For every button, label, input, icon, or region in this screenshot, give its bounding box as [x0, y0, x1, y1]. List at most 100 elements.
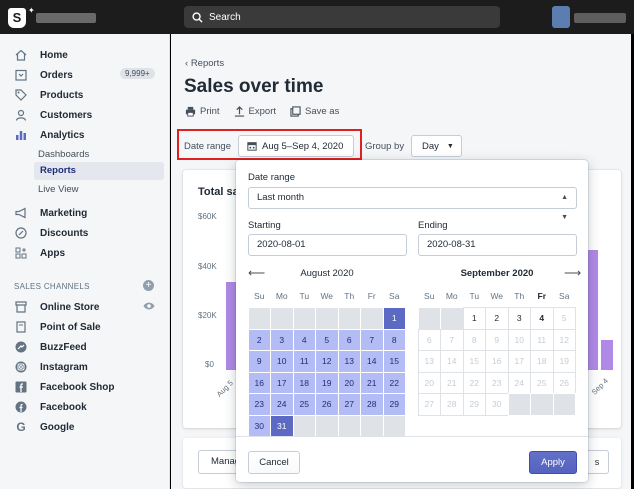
apply-button[interactable]: Apply — [529, 451, 577, 474]
sidebar-channel-online-store[interactable]: Online Store — [0, 298, 170, 316]
calendar-day[interactable]: 26 — [552, 371, 576, 394]
calendar-day[interactable]: 6 — [417, 328, 441, 351]
calendar-day[interactable]: 28 — [440, 393, 464, 416]
calendar-day[interactable]: 30 — [485, 393, 509, 416]
calendar-day[interactable]: 14 — [440, 350, 464, 373]
calendar-day[interactable]: 5 — [552, 307, 576, 330]
calendar-day[interactable]: 13 — [337, 350, 361, 373]
export-button[interactable]: Export — [234, 106, 276, 117]
calendar-day[interactable]: 23 — [247, 393, 271, 416]
calendar-day[interactable]: 24 — [270, 393, 294, 416]
calendar-day[interactable]: 7 — [440, 328, 464, 351]
sidebar-subitem-live-view[interactable]: Live View — [38, 184, 79, 195]
avatar[interactable] — [552, 6, 570, 28]
sidebar-item-marketing[interactable]: Marketing — [0, 204, 170, 222]
calendar-day[interactable]: 5 — [315, 328, 339, 351]
sidebar-item-analytics[interactable]: Analytics — [0, 126, 170, 144]
print-button[interactable]: Print — [185, 106, 220, 117]
calendar-day[interactable]: 3 — [270, 328, 294, 351]
date-range-button[interactable]: Aug 5–Sep 4, 2020 — [238, 135, 354, 157]
sidebar-channel-buzzfeed[interactable]: BuzzFeed — [0, 338, 170, 356]
calendar-day[interactable]: 16 — [485, 350, 509, 373]
breadcrumb[interactable]: ‹ Reports — [185, 58, 224, 69]
calendar-day[interactable]: 23 — [485, 371, 509, 394]
sidebar-item-orders[interactable]: Orders 9,999+ — [0, 66, 170, 84]
sidebar-channel-instagram[interactable]: Instagram — [0, 358, 170, 376]
calendar-day[interactable]: 26 — [315, 393, 339, 416]
calendar-day[interactable]: 10 — [507, 328, 531, 351]
save-as-button[interactable]: Save as — [290, 106, 339, 117]
calendar-day[interactable]: 9 — [485, 328, 509, 351]
calendar-day[interactable]: 27 — [417, 393, 441, 416]
calendar-day[interactable]: 24 — [507, 371, 531, 394]
calendar-day[interactable]: 29 — [382, 393, 406, 416]
group-by-select[interactable]: Day ▼ — [411, 135, 462, 157]
sidebar-item-home[interactable]: Home — [0, 46, 170, 64]
eye-icon[interactable] — [143, 301, 155, 314]
calendar-day[interactable]: 8 — [382, 328, 406, 351]
calendar-day[interactable]: 1 — [462, 307, 486, 330]
store-name-redacted[interactable] — [36, 13, 96, 23]
sidebar-channel-facebook[interactable]: Facebook — [0, 398, 170, 416]
calendar-day[interactable]: 31 — [270, 414, 294, 437]
calendar-day[interactable]: 14 — [360, 350, 384, 373]
calendar-day[interactable]: 15 — [462, 350, 486, 373]
calendar-day[interactable]: 16 — [247, 371, 271, 394]
calendar-day[interactable]: 20 — [337, 371, 361, 394]
add-channel-plus-icon[interactable]: + — [143, 280, 154, 291]
calendar-day[interactable]: 12 — [552, 328, 576, 351]
calendar-day[interactable]: 30 — [247, 414, 271, 437]
calendar-day[interactable]: 9 — [247, 350, 271, 373]
sidebar-channel-google[interactable]: G Google — [0, 418, 170, 436]
table-option-button[interactable]: s — [585, 450, 609, 474]
sidebar-subitem-dashboards[interactable]: Dashboards — [38, 149, 89, 160]
sidebar-channel-facebook-shop[interactable]: Facebook Shop — [0, 378, 170, 396]
calendar-day[interactable]: 25 — [530, 371, 554, 394]
sidebar-item-products[interactable]: Products — [0, 86, 170, 104]
calendar-day[interactable]: 4 — [530, 307, 554, 330]
calendar-day[interactable]: 7 — [360, 328, 384, 351]
calendar-day[interactable]: 11 — [292, 350, 316, 373]
sidebar-subitem-reports[interactable]: Reports — [34, 162, 164, 180]
calendar-day[interactable]: 25 — [292, 393, 316, 416]
starting-date-input[interactable]: 2020-08-01 — [248, 234, 407, 256]
calendar-day[interactable]: 12 — [315, 350, 339, 373]
search-bar[interactable]: Search — [184, 6, 500, 28]
sidebar-item-customers[interactable]: Customers — [0, 106, 170, 124]
shopify-logo-icon[interactable]: S — [8, 8, 26, 28]
sidebar-channel-point-of-sale[interactable]: Point of Sale — [0, 318, 170, 336]
calendar-day[interactable]: 22 — [462, 371, 486, 394]
calendar-day[interactable]: 13 — [417, 350, 441, 373]
calendar-day[interactable]: 17 — [507, 350, 531, 373]
ending-date-input[interactable]: 2020-08-31 — [418, 234, 577, 256]
next-month-arrow-icon[interactable]: ⟶ — [564, 266, 581, 280]
calendar-day[interactable]: 21 — [360, 371, 384, 394]
calendar-day[interactable]: 22 — [382, 371, 406, 394]
date-range-preset-select[interactable]: Last month ▲ ▼ — [248, 187, 577, 221]
calendar-day[interactable]: 19 — [315, 371, 339, 394]
calendar-day[interactable]: 8 — [462, 328, 486, 351]
calendar-day[interactable]: 2 — [485, 307, 509, 330]
calendar-day[interactable]: 1 — [382, 307, 406, 330]
calendar-day[interactable]: 18 — [530, 350, 554, 373]
calendar-day[interactable]: 2 — [247, 328, 271, 351]
calendar-day[interactable]: 27 — [337, 393, 361, 416]
calendar-day[interactable]: 18 — [292, 371, 316, 394]
calendar-day[interactable]: 20 — [417, 371, 441, 394]
user-name-redacted[interactable] — [574, 13, 626, 23]
calendar-day[interactable]: 28 — [360, 393, 384, 416]
calendar-day[interactable]: 17 — [270, 371, 294, 394]
calendar-day[interactable]: 3 — [507, 307, 531, 330]
calendar-day[interactable]: 19 — [552, 350, 576, 373]
cancel-button[interactable]: Cancel — [248, 451, 300, 474]
calendar-day[interactable]: 4 — [292, 328, 316, 351]
preset-value: Last month — [257, 192, 304, 203]
sidebar-item-discounts[interactable]: Discounts — [0, 224, 170, 242]
calendar-day[interactable]: 15 — [382, 350, 406, 373]
calendar-day[interactable]: 21 — [440, 371, 464, 394]
calendar-day[interactable]: 29 — [462, 393, 486, 416]
calendar-day[interactable]: 10 — [270, 350, 294, 373]
calendar-day[interactable]: 11 — [530, 328, 554, 351]
sidebar-item-apps[interactable]: Apps — [0, 244, 170, 262]
calendar-day[interactable]: 6 — [337, 328, 361, 351]
